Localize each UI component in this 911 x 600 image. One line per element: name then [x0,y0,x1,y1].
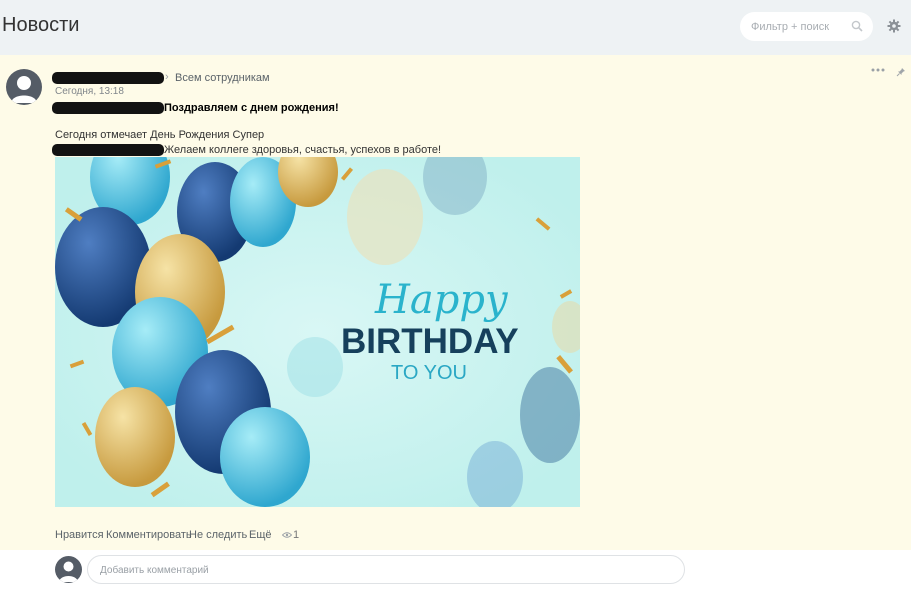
more-icon[interactable] [871,67,885,73]
post-body-line: Желаем коллеге здоровья, счастья, успехо… [164,144,442,156]
user-silhouette-icon [59,561,78,582]
unfollow-link[interactable]: Не следить [189,529,247,541]
image-text-happy: Happy [375,277,508,323]
image-text-birthday: BIRTHDAY [341,322,519,361]
redacted-colleague-name [52,144,164,156]
comment-area [0,550,911,600]
like-link[interactable]: Нравится [55,529,104,541]
post-recipients[interactable]: Всем сотрудникам [175,72,270,84]
chevron-right-icon: › [165,71,169,83]
comment-input-box[interactable] [87,555,685,584]
more-link[interactable]: Ещё [249,529,272,541]
search-icon[interactable] [851,20,863,32]
birthday-image[interactable]: Happy BIRTHDAY TO YOU [55,157,580,507]
post-time[interactable]: Сегодня, 13:18 [55,86,124,97]
redacted-name [52,102,164,114]
comment-input[interactable] [100,563,660,577]
page-title: Новости [2,14,80,36]
avatar [55,556,82,583]
post-title: Поздравляем с днем рождения! [164,102,339,114]
comment-link[interactable]: Комментировать [106,529,192,541]
views-count: 1 [293,529,300,541]
search-box[interactable] [740,12,873,41]
top-bar: Новости [0,0,911,55]
avatar[interactable] [6,69,42,105]
eye-icon [282,532,292,538]
image-text-to-you: TO YOU [391,362,467,384]
redacted-author-name [52,72,164,84]
search-input[interactable] [751,19,846,34]
gear-icon[interactable] [887,19,901,33]
user-silhouette-icon [11,76,37,103]
news-post: › Всем сотрудникам Сегодня, 13:18 Поздра… [0,55,911,550]
pin-icon[interactable] [896,67,906,77]
post-body-line: Сегодня отмечает День Рождения Супер [55,129,265,141]
